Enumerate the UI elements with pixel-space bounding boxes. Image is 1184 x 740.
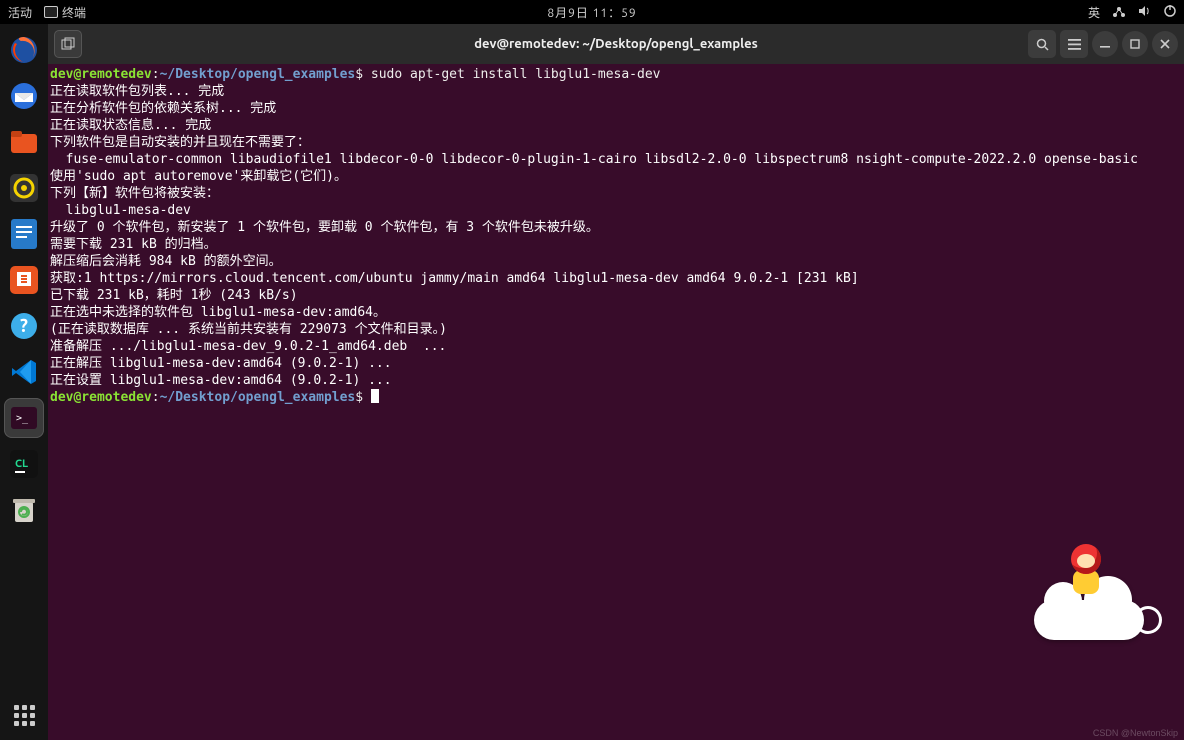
svg-text:>_: >_ (16, 413, 29, 424)
current-app-label: 终端 (62, 4, 86, 21)
minimize-icon (1100, 39, 1110, 49)
clock[interactable]: 8月9日 11：59 (547, 4, 636, 21)
dock-vscode[interactable] (4, 352, 44, 392)
hamburger-menu-button[interactable] (1060, 30, 1088, 58)
maximize-button[interactable] (1122, 31, 1148, 57)
hamburger-icon (1068, 39, 1081, 50)
top-panel: 活动 终端 8月9日 11：59 英 (0, 0, 1184, 24)
search-button[interactable] (1028, 30, 1056, 58)
close-button[interactable] (1152, 31, 1178, 57)
terminal-window: dev@remotedev: ~/Desktop/opengl_examples… (48, 24, 1184, 740)
input-language[interactable]: 英 (1088, 4, 1100, 21)
maximize-icon (1130, 39, 1140, 49)
titlebar: dev@remotedev: ~/Desktop/opengl_examples (48, 24, 1184, 64)
terminal-body[interactable]: dev@remotedev:~/Desktop/opengl_examples$… (48, 64, 1184, 740)
power-icon[interactable] (1164, 5, 1176, 20)
dock-show-apps[interactable] (4, 700, 44, 740)
dock: ? >_ CL (0, 24, 48, 740)
window-title: dev@remotedev: ~/Desktop/opengl_examples (474, 37, 757, 51)
dock-terminal[interactable]: >_ (4, 398, 44, 438)
new-tab-button[interactable] (54, 30, 82, 58)
dock-thunderbird[interactable] (4, 76, 44, 116)
terminal-indicator-icon (44, 6, 58, 18)
dock-firefox[interactable] (4, 30, 44, 70)
minimize-button[interactable] (1092, 31, 1118, 57)
search-icon (1036, 38, 1049, 51)
dock-clion[interactable]: CL (4, 444, 44, 484)
mascot-overlay (1034, 550, 1144, 640)
dock-rhythmbox[interactable] (4, 168, 44, 208)
current-app[interactable]: 终端 (44, 4, 86, 21)
dock-trash[interactable] (4, 490, 44, 530)
activities-button[interactable]: 活动 (8, 4, 32, 21)
network-icon[interactable] (1112, 6, 1126, 18)
svg-text:?: ? (20, 316, 28, 336)
dock-libreoffice-writer[interactable] (4, 214, 44, 254)
svg-text:CL: CL (15, 458, 28, 470)
close-icon (1160, 39, 1170, 49)
dock-files[interactable] (4, 122, 44, 162)
dock-software[interactable] (4, 260, 44, 300)
dock-help[interactable]: ? (4, 306, 44, 346)
new-tab-icon (61, 37, 75, 51)
volume-icon[interactable] (1138, 5, 1152, 20)
watermark: CSDN @NewtonSkip (1093, 728, 1178, 738)
